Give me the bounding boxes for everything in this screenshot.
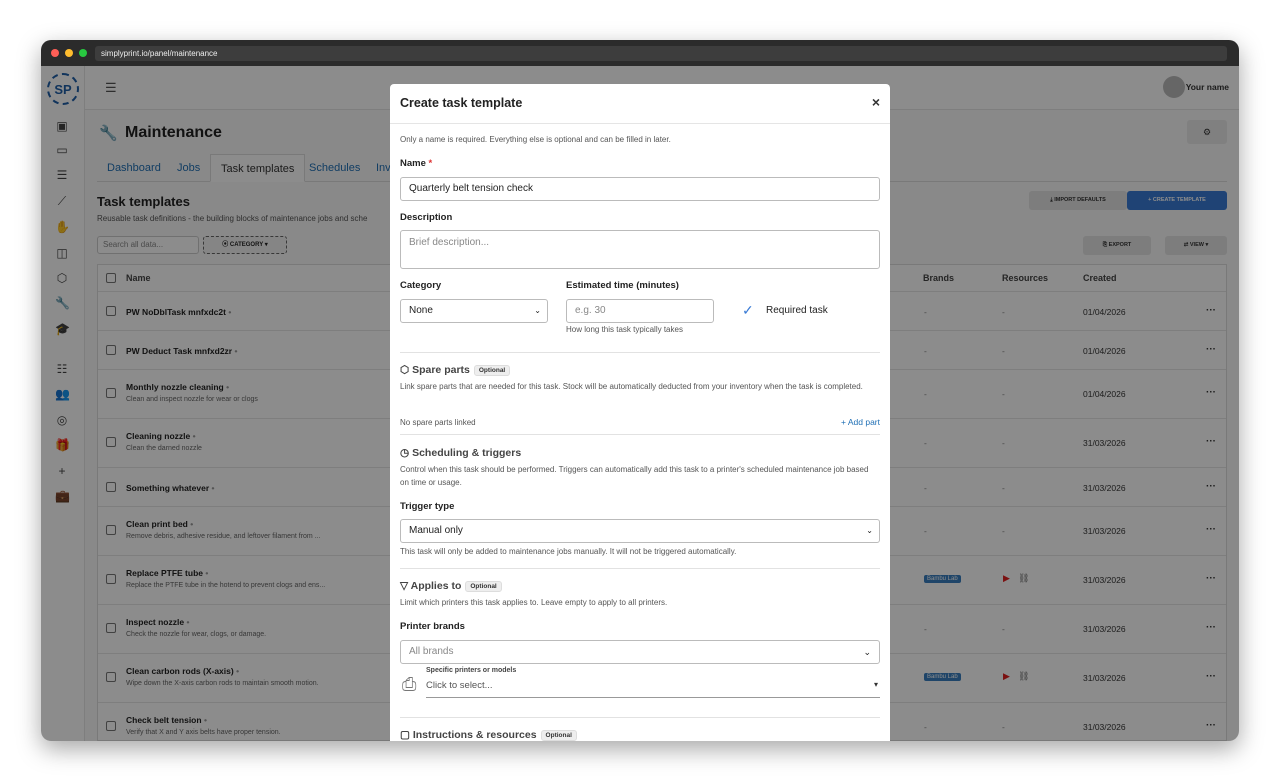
category-label: Category <box>400 280 442 291</box>
create-task-template-modal: Create task template × Only a name is re… <box>390 84 890 741</box>
category-select[interactable]: None ⌄ <box>400 299 548 323</box>
divider <box>400 717 880 718</box>
spare-parts-description: Link spare parts that are needed for thi… <box>400 382 863 391</box>
divider <box>400 434 880 435</box>
est-time-input[interactable]: e.g. 30 <box>566 299 714 323</box>
divider <box>400 568 880 569</box>
instructions-heading: ▢ Instructions & resources Optional <box>400 729 577 741</box>
select-underline <box>426 697 880 698</box>
no-spare-parts-text: No spare parts linked <box>400 418 476 427</box>
trigger-type-label: Trigger type <box>400 501 455 512</box>
spare-parts-heading: ⬡ Spare parts Optional <box>400 364 511 376</box>
caret-down-icon[interactable]: ▾ <box>874 680 878 689</box>
description-label: Description <box>400 212 453 223</box>
clock-icon: ◷ <box>400 447 410 459</box>
divider <box>400 352 880 353</box>
browser-chrome: simplyprint.io/panel/maintenance <box>41 40 1239 66</box>
optional-badge: Optional <box>540 729 577 741</box>
scheduling-heading: ◷ Scheduling & triggers <box>400 447 522 459</box>
book-icon: ▢ <box>400 729 410 741</box>
specific-printers-label: Specific printers or models <box>426 667 517 674</box>
applies-to-description: Limit which printers this task applies t… <box>400 598 668 607</box>
name-label: Name * <box>400 158 433 169</box>
optional-badge: Optional <box>473 364 511 376</box>
address-bar[interactable]: simplyprint.io/panel/maintenance <box>95 46 1227 61</box>
modal-title: Create task template <box>400 96 523 110</box>
trigger-type-select[interactable]: Manual only ⌄ <box>400 519 880 543</box>
trigger-help: This task will only be added to maintena… <box>400 547 737 556</box>
name-input[interactable]: Quarterly belt tension check <box>400 177 880 201</box>
maximize-dot[interactable] <box>79 49 87 57</box>
applies-to-heading: ▽ Applies to Optional <box>400 580 502 592</box>
printer-brands-select[interactable]: All brands ⌄ <box>400 640 880 664</box>
scheduling-description: Control when this task should be perform… <box>400 465 869 487</box>
printer-brands-label: Printer brands <box>400 621 465 632</box>
filter-icon: ▽ <box>400 580 409 592</box>
modal-intro: Only a name is required. Everything else… <box>400 135 671 144</box>
close-dot[interactable] <box>51 49 59 57</box>
specific-printers-select[interactable]: Click to select... <box>426 680 493 691</box>
est-time-help: How long this task typically takes <box>566 325 683 334</box>
printer-icon: ⎙ <box>402 674 417 694</box>
est-time-label: Estimated time (minutes) <box>566 280 679 291</box>
description-textarea[interactable]: Brief description... <box>400 230 880 269</box>
required-task-label[interactable]: Required task <box>766 305 828 316</box>
box-icon: ⬡ <box>400 364 410 376</box>
minimize-dot[interactable] <box>65 49 73 57</box>
optional-badge: Optional <box>465 580 502 592</box>
add-part-button[interactable]: + Add part <box>841 417 880 427</box>
checkmark-icon[interactable]: ✓ <box>742 302 754 319</box>
modal-header: Create task template × <box>390 84 890 124</box>
close-icon[interactable]: × <box>872 94 880 110</box>
browser-window: simplyprint.io/panel/maintenance SP ▣ ▭ … <box>41 40 1239 741</box>
